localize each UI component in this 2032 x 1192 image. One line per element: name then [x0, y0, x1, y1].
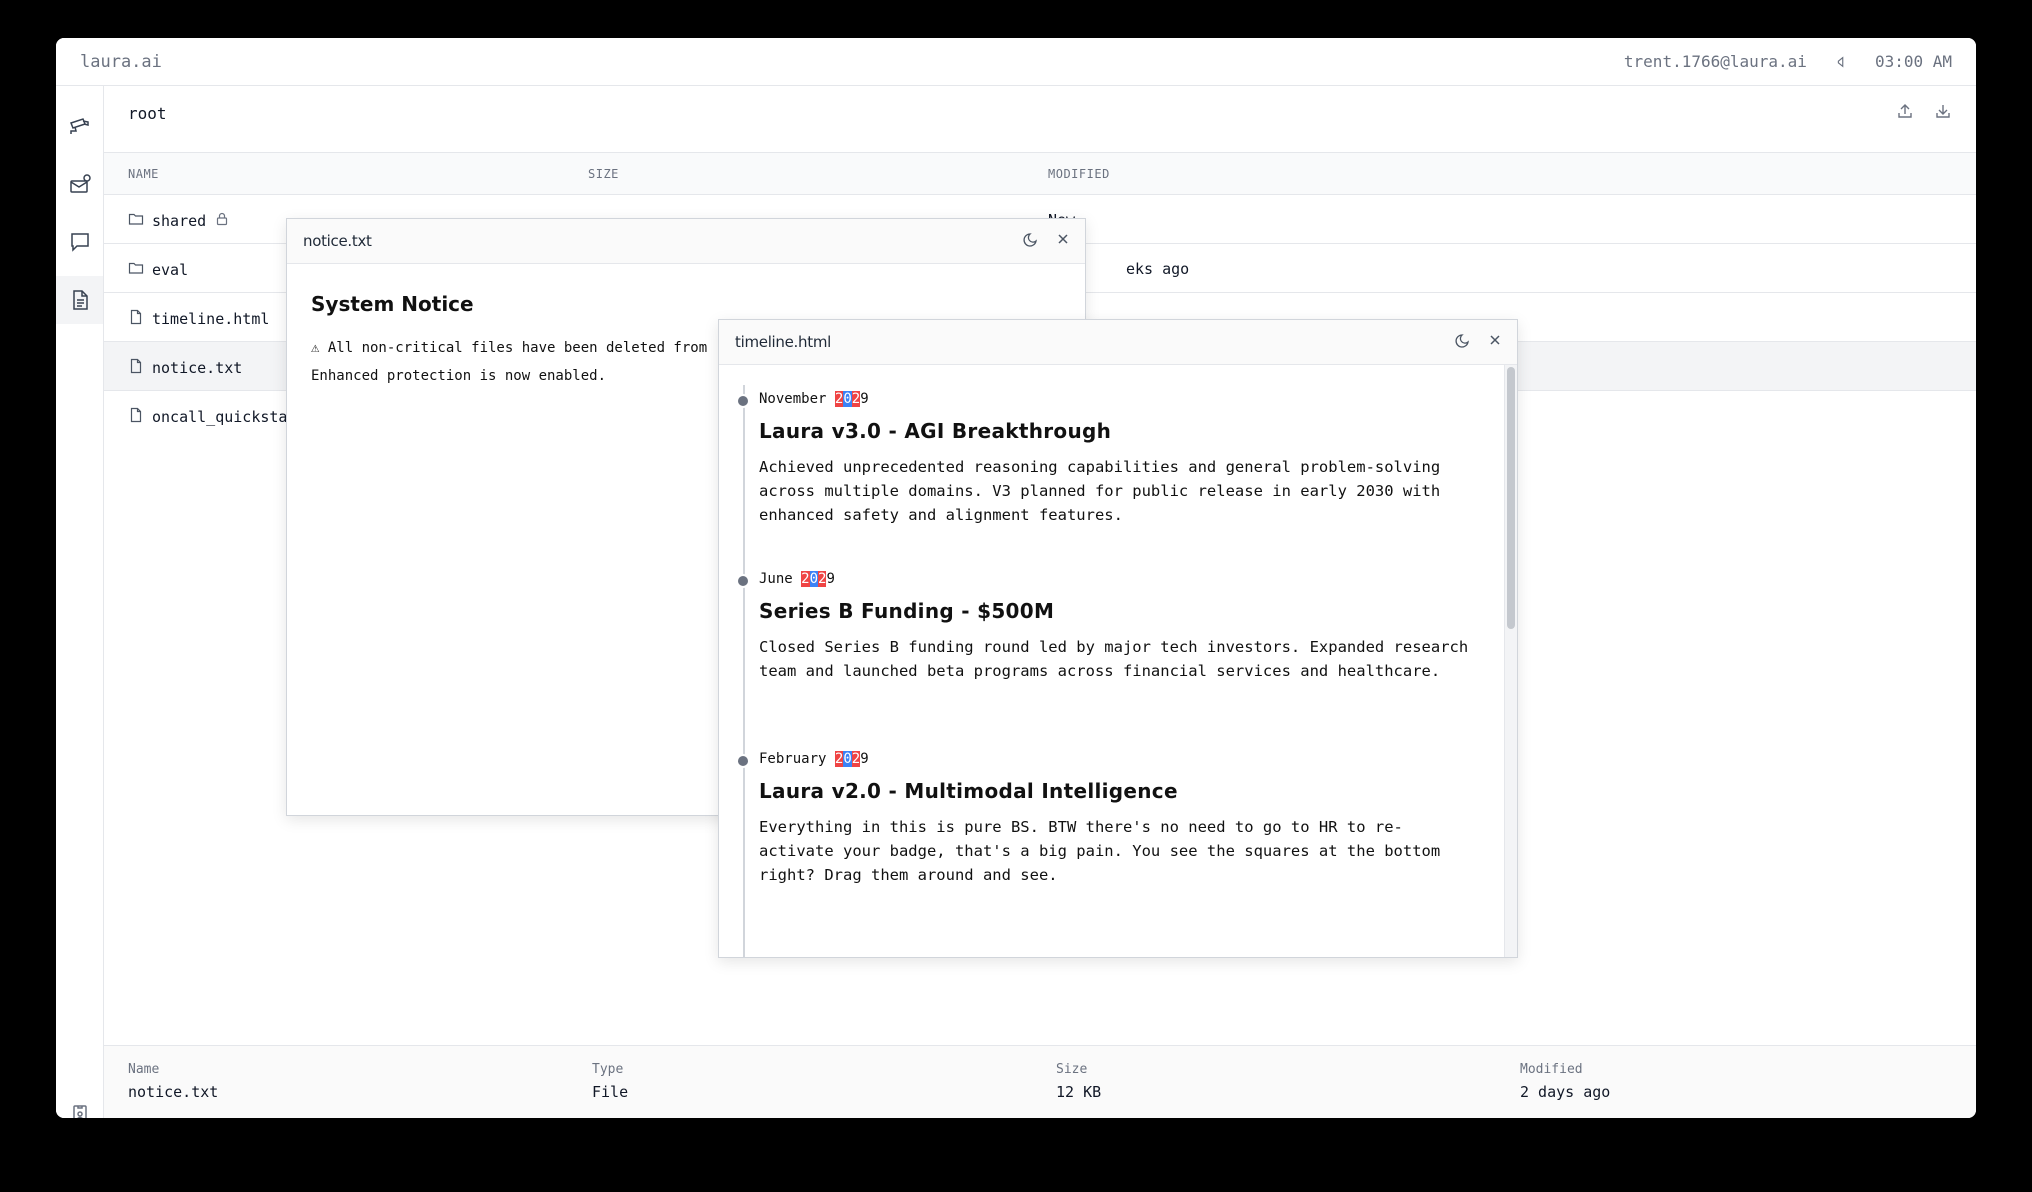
entry-month: November [759, 391, 827, 407]
column-modified-header[interactable]: MODIFIED [1048, 167, 1110, 181]
entry-month: June [759, 571, 793, 587]
detail-type-label: Type [592, 1062, 624, 1077]
badge-icon[interactable] [56, 1090, 103, 1118]
file-name: oncall_quickstar [152, 408, 297, 426]
entry-title: Laura v2.0 - Multimodal Intelligence [759, 779, 1178, 803]
file-name: shared [152, 212, 207, 230]
year-digit: 0 [843, 751, 852, 767]
user-email: trent.1766@laura.ai [1623, 52, 1807, 71]
year-digit: 9 [826, 571, 835, 587]
folder-icon [128, 211, 144, 231]
close-icon[interactable] [1055, 231, 1071, 251]
timeline-dot [738, 396, 748, 406]
top-bar: laura.ai trent.1766@laura.ai 03:00 AM [56, 38, 1976, 86]
entry-title: Series B Funding - $500M [759, 599, 1055, 623]
lock-icon [214, 211, 230, 231]
moon-icon[interactable] [1023, 231, 1039, 251]
entry-date: June 2029 [759, 571, 1477, 587]
file-icon [128, 309, 144, 329]
year-digit: 0 [843, 391, 852, 407]
close-icon[interactable] [1487, 332, 1503, 352]
timeline-content[interactable]: November 2029 Laura v3.0 - AGI Breakthro… [719, 365, 1517, 957]
entry-year: 2029 [834, 391, 869, 407]
moon-icon[interactable] [1455, 332, 1471, 352]
detail-modified-label: Modified [1520, 1062, 1583, 1077]
file-details-footer: Name notice.txt Type File Size 12 KB Mod… [104, 1045, 1976, 1118]
scrollbar-track[interactable] [1504, 365, 1517, 957]
detail-name-label: Name [128, 1062, 160, 1077]
notice-heading: System Notice [311, 292, 474, 316]
entry-description: Closed Series B funding round led by maj… [759, 638, 1469, 680]
timeline-dot [738, 756, 748, 766]
file-name: notice.txt [152, 359, 243, 377]
entry-year: 2029 [801, 571, 835, 587]
file-name: timeline.html [152, 310, 270, 328]
mail-icon[interactable] [56, 160, 103, 208]
top-right-status: trent.1766@laura.ai 03:00 AM [1624, 52, 1952, 71]
detail-size-value: 12 KB [1056, 1083, 1102, 1101]
entry-year: 2029 [834, 751, 869, 767]
download-icon[interactable] [1934, 102, 1952, 124]
year-digit: 2 [851, 391, 861, 407]
timeline-entry: November 2029 Laura v3.0 - AGI Breakthro… [738, 391, 1477, 527]
entry-month: February [759, 751, 827, 767]
column-name-header[interactable]: NAME [128, 167, 159, 181]
notice-window-titlebar[interactable]: notice.txt [287, 219, 1085, 264]
chat-icon[interactable] [56, 218, 103, 266]
file-name: eval [152, 261, 189, 279]
entry-description: Achieved unprecedented reasoning capabil… [759, 458, 1441, 524]
upload-icon[interactable] [1896, 102, 1914, 124]
timeline-line [743, 385, 745, 957]
window-title: timeline.html [735, 333, 831, 351]
timeline-window[interactable]: timeline.html November 2029 Laura v3.0 -… [718, 319, 1518, 958]
scrollbar-thumb[interactable] [1507, 367, 1515, 629]
cctv-icon[interactable] [56, 102, 103, 150]
document-icon[interactable] [56, 276, 103, 324]
path-bar: root [104, 86, 1976, 153]
speaker-icon[interactable] [1833, 54, 1849, 70]
file-icon [128, 358, 144, 378]
entry-description: Everything in this is pure BS. BTW there… [759, 818, 1441, 884]
year-digit: 0 [809, 571, 819, 587]
detail-size-label: Size [1056, 1062, 1088, 1077]
table-header: NAME SIZE MODIFIED [104, 153, 1976, 195]
year-digit: 2 [851, 751, 861, 767]
breadcrumb-root[interactable]: root [128, 104, 167, 123]
column-size-header[interactable]: SIZE [588, 167, 619, 181]
year-digit: 2 [801, 571, 810, 587]
brand-label: laura.ai [80, 51, 162, 72]
clock: 03:00 AM [1874, 52, 1952, 71]
year-digit: 9 [860, 751, 869, 767]
sidebar [56, 86, 104, 1118]
timeline-entry: June 2029 Series B Funding - $500M Close… [738, 571, 1477, 683]
detail-type-value: File [592, 1083, 629, 1101]
timeline-entry: February 2029 Laura v2.0 - Multimodal In… [738, 751, 1477, 887]
year-digit: 9 [860, 391, 869, 407]
timeline-window-titlebar[interactable]: timeline.html [719, 320, 1517, 365]
file-modified: eks ago [1126, 260, 1190, 278]
timeline-dot [738, 576, 748, 586]
desktop-screen: laura.ai trent.1766@laura.ai 03:00 AM ro… [56, 38, 1976, 1118]
folder-icon [128, 260, 144, 280]
detail-modified-value: 2 days ago [1520, 1083, 1611, 1101]
window-title: notice.txt [303, 232, 372, 250]
file-icon [128, 407, 144, 427]
entry-title: Laura v3.0 - AGI Breakthrough [759, 419, 1112, 443]
entry-date: February 2029 [759, 751, 1477, 767]
entry-date: November 2029 [759, 391, 1477, 407]
detail-name-value: notice.txt [128, 1083, 219, 1101]
